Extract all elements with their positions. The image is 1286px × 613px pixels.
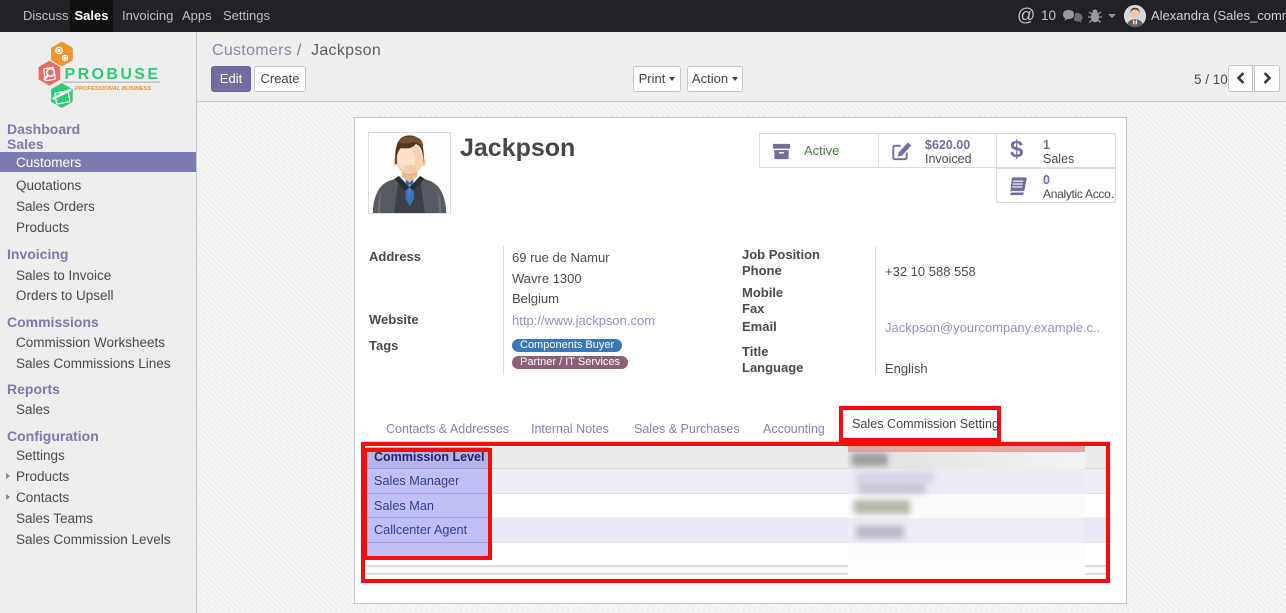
svg-text:PROBUSE: PROBUSE — [65, 66, 161, 83]
svg-text:PROFESSIONAL BUSINESS: PROFESSIONAL BUSINESS — [75, 86, 151, 92]
